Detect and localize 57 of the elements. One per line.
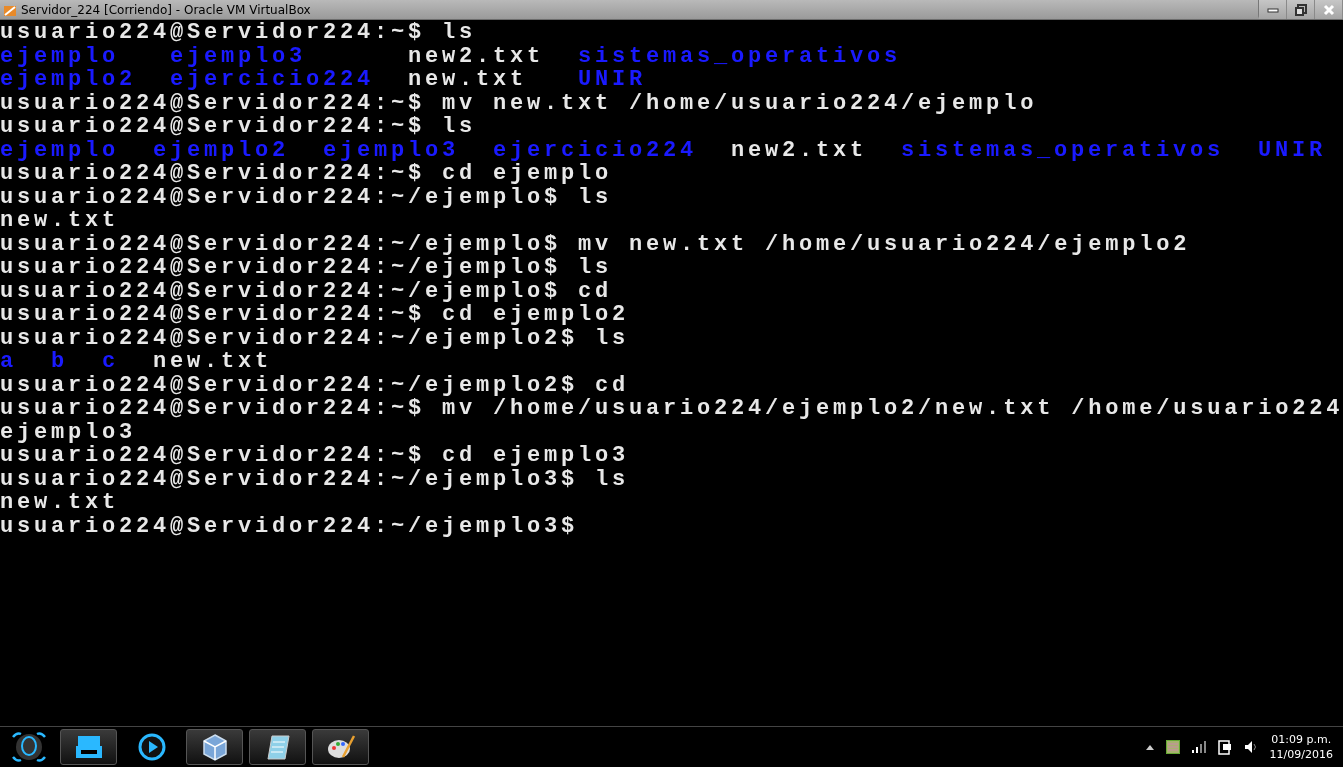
terminal-line: usuario224@Servidor224:~/ejemplo$ cd [0, 278, 614, 302]
terminal-line: usuario224@Servidor224:~$ cd ejemplo2 [0, 302, 631, 326]
directory-name: ejemplo2 [0, 67, 137, 92]
color-grid-icon[interactable] [1165, 740, 1180, 754]
terminal-line: usuario224@Servidor224:~/ejemplo2$ cd [0, 372, 631, 396]
terminal-line: usuario224@Servidor224:~$ cd ejemplo [0, 161, 614, 185]
directory-name: sistemas_operativos [578, 43, 902, 69]
caret-up-icon[interactable] [1145, 744, 1154, 750]
directory-name: ejemplo [0, 43, 119, 69]
speaker-icon[interactable] [1243, 740, 1258, 754]
taskbar-app-button[interactable] [312, 729, 369, 765]
file-name: new.txt [0, 208, 119, 233]
window-title: Servidor_224 [Corriendo] - Oracle VM VirtualBox [21, 2, 312, 17]
close-icon [1322, 3, 1335, 16]
directory-name: c [102, 349, 119, 374]
file-name: new2.txt [731, 137, 868, 163]
terminal-line: usuario224@Servidor224:~$ mv /home/usuario224/ejemplo2/new.txt /home/usuario224 [0, 396, 1343, 420]
directory-name: ejercicio224 [493, 137, 698, 163]
maximize-button[interactable] [1287, 0, 1315, 19]
cube-icon [201, 733, 228, 761]
restore-icon [1294, 3, 1307, 16]
file-name: new.txt [0, 490, 119, 515]
clock-time: 01:09 p.m. [1271, 733, 1332, 746]
terminal-line: usuario224@Servidor224:~/ejemplo$ ls [0, 255, 614, 279]
terminal-line: ejemplo3 [0, 419, 138, 443]
directory-name: ejemplo [0, 137, 119, 163]
taskbar-app-button[interactable] [60, 729, 117, 765]
file-name: new.txt [408, 67, 527, 92]
file-name: new.txt [153, 349, 272, 374]
terminal-line: usuario224@Servidor224:~$ mv new.txt /home/usuario224/ejemplo [0, 90, 1039, 114]
directory-name: ejemplo2 [153, 137, 290, 163]
directory-name: a [0, 349, 17, 374]
directory-name: sistemas_operativos [901, 137, 1225, 163]
directory-name: UNIR [1258, 137, 1326, 163]
terminal-line: usuario224@Servidor224:~/ejemplo$ ls [0, 184, 614, 208]
printer-icon [73, 734, 104, 760]
terminal-line: usuario224@Servidor224:~$ cd ejemplo3 [0, 443, 631, 467]
terminal-line: usuario224@Servidor224:~/ejemplo3$ [0, 513, 580, 537]
terminal-line: usuario224@Servidor224:~$ ls [0, 114, 478, 138]
terminal-line: usuario224@Servidor224:~$ ls [0, 20, 478, 44]
clock-date: 11/09/2016 [1269, 748, 1333, 761]
clock[interactable]: 01:09 p.m. 11/09/2016 [1269, 733, 1333, 761]
directory-name: ejemplo3 [323, 137, 460, 163]
terminal-line: usuario224@Servidor224:~/ejemplo$ mv new.txt /home/usuario224/ejemplo2 [0, 231, 1192, 255]
terminal-line: usuario224@Servidor224:~/ejemplo2$ ls [0, 325, 631, 349]
directory-name: b [51, 349, 68, 374]
directory-name: ejercicio224 [170, 67, 375, 92]
minimize-icon [1266, 6, 1279, 13]
signal-icon[interactable] [1191, 741, 1206, 753]
terminal-line: usuario224@Servidor224:~/ejemplo3$ ls [0, 466, 631, 490]
palette-icon [325, 733, 356, 761]
taskbar-app-button[interactable] [249, 729, 306, 765]
file-name: new2.txt [408, 43, 545, 69]
directory-name: ejemplo3 [170, 43, 307, 69]
notepad-icon [264, 733, 291, 761]
directory-name: UNIR [578, 67, 646, 92]
taskbar-app-button[interactable] [186, 729, 243, 765]
